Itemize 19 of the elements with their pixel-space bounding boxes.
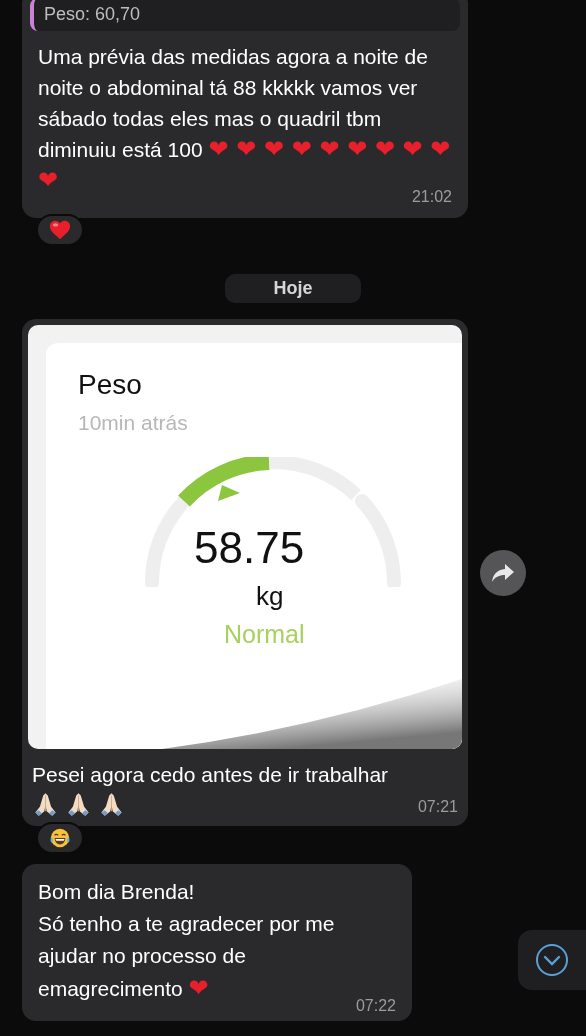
- weight-unit: kg: [256, 581, 284, 612]
- weight-value: 58.75: [194, 523, 305, 573]
- weight-status: Normal: [224, 620, 305, 649]
- forward-button[interactable]: [480, 549, 526, 596]
- heart-icon: [49, 219, 71, 241]
- forward-icon: [491, 562, 515, 583]
- message-time: 21:02: [411, 187, 452, 207]
- message-text: Bom dia Brenda! Só tenho a te agradecer por me ajudar no processo de emagrecimento ❤: [38, 880, 335, 1000]
- quoted-text: Peso: 60,70: [44, 4, 141, 24]
- quoted-message[interactable]: Peso: 60,70: [30, 0, 460, 31]
- date-chip: Hoje: [225, 274, 361, 303]
- message-time: 07:22: [355, 996, 396, 1016]
- message-text: Pesei agora cedo antes de ir trabalhar: [32, 763, 389, 786]
- chevron-down-icon: [534, 942, 570, 978]
- card-subtitle: 10min atrás: [78, 411, 189, 435]
- laughing-emoji-icon: [49, 827, 71, 849]
- scroll-down-button[interactable]: [518, 930, 586, 990]
- card-title: Peso: [78, 369, 143, 401]
- message-time: 07:21: [417, 797, 458, 817]
